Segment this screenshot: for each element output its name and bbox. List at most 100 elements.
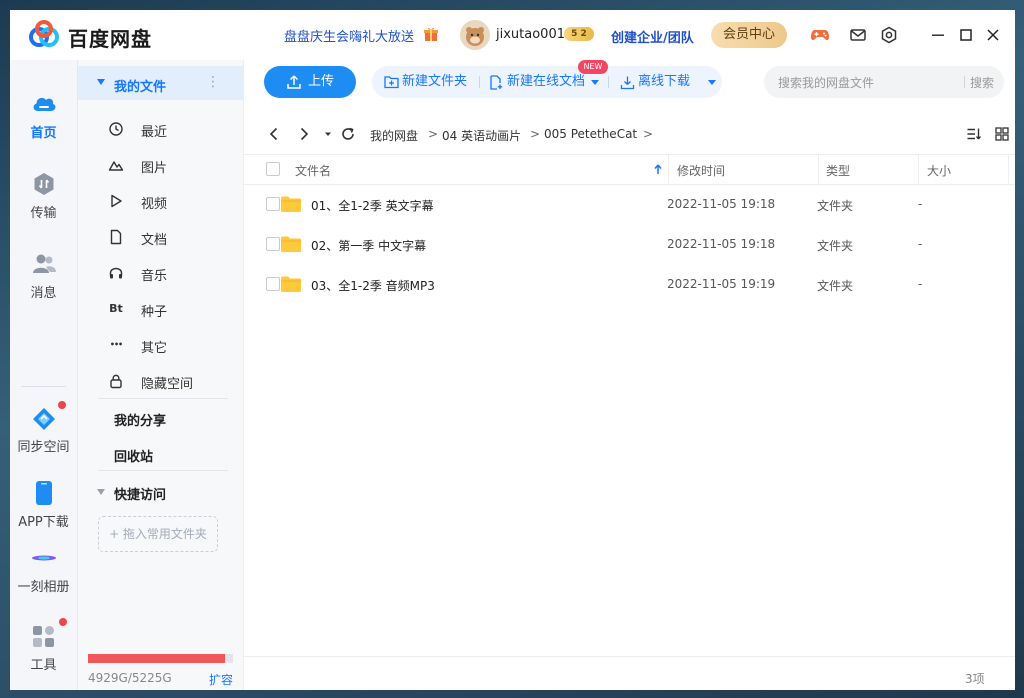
sidebar-item-my-share[interactable]: 我的分享 bbox=[114, 410, 166, 429]
nav-app-download-label: APP下载 bbox=[18, 515, 69, 530]
new-folder-label: 新建文件夹 bbox=[402, 74, 468, 89]
storage-quota-bar bbox=[88, 654, 233, 663]
expand-storage-link[interactable]: 扩容 bbox=[209, 671, 233, 688]
search-button[interactable]: 搜索 bbox=[970, 74, 994, 91]
sidebar-my-files[interactable]: 我的文件 ⋮ bbox=[78, 66, 243, 100]
nav-app-download[interactable]: APP下载 bbox=[10, 479, 77, 530]
column-divider bbox=[818, 154, 819, 184]
caret-down-icon[interactable] bbox=[708, 80, 716, 85]
folder-icon bbox=[281, 276, 301, 292]
sidebar-item-videos[interactable]: 视频 bbox=[108, 191, 228, 212]
sidebar-item-hidden-space[interactable]: 隐藏空间 bbox=[108, 371, 228, 392]
level-badge: 5 2 bbox=[564, 27, 594, 41]
column-header-mtime[interactable]: 修改时间 bbox=[677, 162, 725, 179]
breadcrumb-item[interactable]: 005 PetetheCat bbox=[544, 127, 637, 141]
caret-down-icon[interactable] bbox=[97, 489, 105, 495]
sidebar-item-torrents[interactable]: Bt 种子 bbox=[108, 299, 228, 320]
grid-view-icon[interactable] bbox=[994, 126, 1010, 142]
maximize-icon[interactable] bbox=[956, 25, 976, 45]
back-icon[interactable] bbox=[266, 126, 282, 142]
avatar[interactable] bbox=[460, 20, 490, 50]
more-icon: ••• bbox=[109, 340, 123, 349]
play-icon bbox=[111, 194, 122, 208]
folder-icon bbox=[281, 236, 301, 252]
settings-icon[interactable] bbox=[879, 25, 899, 45]
file-mtime: 2022-11-05 19:18 bbox=[667, 197, 776, 211]
nav-sync-space[interactable]: 同步空间 bbox=[10, 404, 77, 455]
breadcrumb-item[interactable]: 04 英语动画片 bbox=[442, 127, 521, 144]
table-row[interactable]: 01、全1-2季 英文字幕 2022-11-05 19:18 文件夹 - bbox=[244, 184, 1015, 224]
file-type: 文件夹 bbox=[817, 199, 854, 213]
promo-link[interactable]: 盘盘庆生会嗨礼大放送 bbox=[284, 26, 414, 45]
offline-download-button[interactable]: 离线下载 bbox=[620, 66, 716, 98]
sort-ascending-icon[interactable] bbox=[653, 162, 663, 176]
vip-center-button[interactable]: 会员中心 bbox=[711, 22, 787, 48]
sidebar-item-label: 最近 bbox=[141, 125, 168, 140]
forward-icon[interactable] bbox=[296, 126, 312, 142]
row-checkbox[interactable] bbox=[266, 277, 280, 291]
sidebar-item-others[interactable]: ••• 其它 bbox=[108, 335, 228, 356]
create-enterprise-link[interactable]: 创建企业/团队 bbox=[611, 27, 694, 46]
column-divider bbox=[1008, 154, 1009, 184]
close-icon[interactable] bbox=[983, 25, 1003, 45]
breadcrumb-item[interactable]: 我的网盘 bbox=[370, 127, 418, 144]
column-header-type[interactable]: 类型 bbox=[826, 162, 850, 179]
nav-transfer-label: 传输 bbox=[30, 206, 57, 221]
user-avatar-icon bbox=[466, 27, 484, 46]
select-all-checkbox[interactable] bbox=[266, 162, 280, 176]
more-vertical-icon[interactable]: ⋮ bbox=[206, 74, 220, 90]
history-dropdown-icon[interactable] bbox=[320, 126, 336, 142]
row-checkbox[interactable] bbox=[266, 197, 280, 211]
row-checkbox[interactable] bbox=[266, 237, 280, 251]
file-type: 文件夹 bbox=[817, 239, 854, 253]
sidebar-divider bbox=[98, 470, 228, 471]
search-box: 搜索 bbox=[764, 66, 1004, 98]
minimize-icon[interactable] bbox=[928, 25, 948, 45]
file-name[interactable]: 02、第一季 中文字幕 bbox=[311, 237, 426, 254]
sidebar-item-recent[interactable]: 最近 bbox=[108, 119, 228, 140]
transfer-icon bbox=[34, 173, 53, 195]
sidebar-item-label: 图片 bbox=[141, 161, 168, 176]
sidebar-item-recycle-bin[interactable]: 回收站 bbox=[114, 446, 153, 465]
folder-plus-icon bbox=[384, 76, 399, 89]
nav-home[interactable]: 首页 bbox=[10, 90, 77, 141]
gamepad-icon[interactable] bbox=[810, 25, 830, 45]
search-input[interactable] bbox=[776, 74, 960, 92]
column-header-size[interactable]: 大小 bbox=[927, 162, 951, 179]
sidebar-item-label: 文档 bbox=[141, 233, 168, 248]
new-folder-button[interactable]: 新建文件夹 bbox=[384, 66, 474, 98]
phone-icon bbox=[35, 481, 52, 505]
sidebar-item-music[interactable]: 音乐 bbox=[108, 263, 228, 284]
bt-icon: Bt bbox=[109, 302, 123, 315]
caret-down-icon[interactable] bbox=[591, 80, 599, 85]
caret-down-icon bbox=[97, 79, 105, 85]
sort-icon[interactable] bbox=[966, 126, 982, 142]
upload-button[interactable]: 上传 bbox=[264, 66, 356, 98]
mail-icon[interactable] bbox=[848, 25, 868, 45]
refresh-icon[interactable] bbox=[340, 126, 356, 142]
sidebar-item-images[interactable]: 图片 bbox=[108, 155, 228, 176]
nav-photo-album[interactable]: 一刻相册 bbox=[10, 544, 77, 595]
gift-icon[interactable] bbox=[423, 26, 439, 42]
nav-tools[interactable]: 工具 bbox=[10, 622, 77, 673]
add-favorite-folder-dropzone[interactable]: + 拖入常用文件夹 bbox=[98, 516, 218, 552]
nav-transfer[interactable]: 传输 bbox=[10, 170, 77, 221]
offline-download-label: 离线下载 bbox=[638, 74, 691, 89]
nav-messages[interactable]: 消息 bbox=[10, 250, 77, 301]
sidebar-quick-access[interactable]: 快捷访问 bbox=[114, 484, 166, 503]
sidebar-item-documents[interactable]: 文档 bbox=[108, 227, 228, 248]
storage-quota-text: 4929G/5225G bbox=[88, 671, 172, 685]
storage-quota-fill bbox=[88, 654, 225, 663]
table-row[interactable]: 03、全1-2季 音频MP3 2022-11-05 19:19 文件夹 - bbox=[244, 264, 1015, 304]
username[interactable]: jixutao001 bbox=[496, 27, 565, 42]
upload-label: 上传 bbox=[308, 74, 335, 89]
sidebar-item-label: 音乐 bbox=[141, 269, 168, 284]
file-name[interactable]: 01、全1-2季 英文字幕 bbox=[311, 197, 434, 214]
sync-space-icon bbox=[32, 408, 55, 430]
tools-grid-icon bbox=[32, 626, 54, 647]
column-header-name[interactable]: 文件名 bbox=[295, 162, 331, 179]
chevron-right-icon: > bbox=[428, 127, 439, 141]
toolbar-group: 新建文件夹 新建在线文档 离线下载 bbox=[372, 66, 722, 98]
file-name[interactable]: 03、全1-2季 音频MP3 bbox=[311, 277, 435, 294]
table-row[interactable]: 02、第一季 中文字幕 2022-11-05 19:18 文件夹 - bbox=[244, 224, 1015, 264]
